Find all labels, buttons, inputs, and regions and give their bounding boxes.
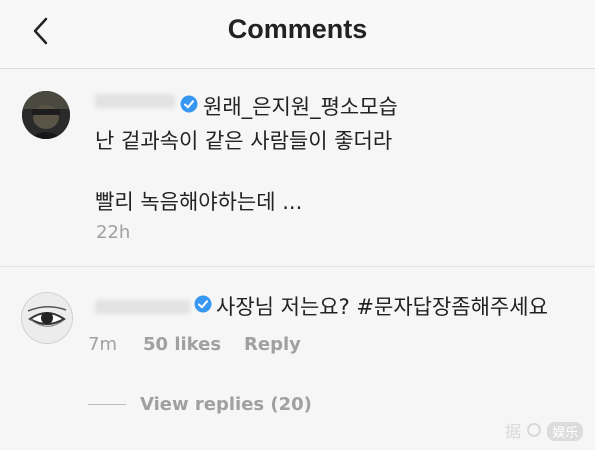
header-bar: Comments [0, 0, 595, 69]
watermark: 据 娱乐 [505, 418, 584, 442]
comment-text-line: 빨리 녹음해야하는데 ... [95, 190, 303, 214]
likes-count[interactable]: 50 likes [143, 334, 221, 355]
comment-text-line: 난 겉과속이 같은 사람들이 좋더라 [95, 129, 393, 153]
reply-button[interactable]: Reply [244, 334, 301, 355]
comment-username: 원래_은지원_평소모습 [203, 95, 398, 119]
hidden-username[interactable] [95, 94, 175, 108]
avatar-photo [22, 293, 72, 343]
comment-timestamp: 22h [96, 222, 131, 243]
divider [0, 266, 595, 267]
comment-timestamp: 7m [88, 334, 117, 355]
watermark-badge: 娱乐 [547, 422, 584, 441]
verified-badge-icon [180, 95, 198, 113]
watermark-text: 据 [505, 422, 522, 441]
avatar[interactable] [22, 91, 70, 139]
replies-divider-line [88, 404, 126, 405]
avatar-photo [22, 91, 70, 139]
page-title: Comments [227, 14, 368, 44]
avatar[interactable] [21, 292, 73, 344]
comment-text: 사장님 저는요? #문자답장좀해주세요 [216, 295, 548, 319]
watermark-logo-icon [527, 423, 542, 437]
hidden-username[interactable] [95, 300, 190, 314]
verified-badge-icon [194, 295, 212, 313]
view-replies-button[interactable]: View replies (20) [140, 394, 312, 415]
